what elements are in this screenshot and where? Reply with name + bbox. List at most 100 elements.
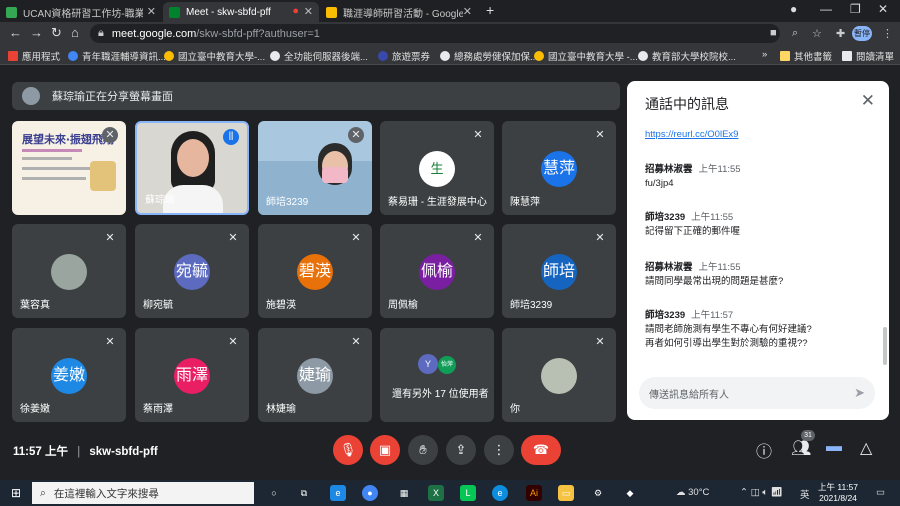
more-options-button[interactable]: ⋮: [484, 435, 514, 465]
close-icon[interactable]: ✕: [463, 5, 472, 18]
participant-tile[interactable]: ✕ 碧渶 施碧渶: [258, 224, 372, 318]
notification-icon[interactable]: ▭: [876, 487, 885, 498]
participant-tile[interactable]: ✕ 婕瑜 林婕瑜: [258, 328, 372, 422]
participant-tile-others[interactable]: Y 怡萍 還有另外 17 位使用者: [380, 328, 494, 422]
chrome-icon[interactable]: ●: [362, 485, 378, 501]
bookmark-reading-list[interactable]: 閱讀清單: [842, 49, 894, 63]
avatar: 雨澤: [174, 358, 210, 394]
forward-arrow-icon[interactable]: →: [30, 26, 43, 40]
illustrator-icon[interactable]: Ai: [526, 485, 542, 501]
profile-button[interactable]: 暫停: [852, 26, 872, 41]
ime-indicator[interactable]: 英: [800, 487, 810, 501]
camera-toggle-button[interactable]: ▣: [370, 435, 400, 465]
bookmark-item[interactable]: 教育部大學校院校...: [638, 49, 736, 63]
media-icon[interactable]: ●: [790, 2, 797, 16]
face-mask: [322, 167, 348, 183]
line-icon[interactable]: L: [460, 485, 476, 501]
search-icon[interactable]: ⌕: [792, 27, 798, 40]
participant-tile[interactable]: ✕ 葉容真: [12, 224, 126, 318]
extensions-icon[interactable]: ✚: [836, 27, 845, 40]
file-explorer-icon[interactable]: ▭: [558, 485, 574, 501]
participant-tile[interactable]: ✕ 生 蔡易珊 - 生涯發展中心: [380, 121, 494, 215]
send-icon[interactable]: ➤: [854, 385, 865, 401]
close-icon[interactable]: ✕: [304, 5, 313, 18]
more-bookmarks-icon[interactable]: »: [762, 49, 767, 60]
participant-tile[interactable]: ✕ 慧萍 陳慧萍: [502, 121, 616, 215]
restore-icon[interactable]: ❐: [850, 2, 861, 16]
tab-meet[interactable]: Meet - skw-sbfd-pff ● ✕: [163, 2, 319, 22]
edge-legacy-icon[interactable]: e: [330, 485, 346, 501]
site-icon: [534, 51, 544, 61]
chat-scrollbar[interactable]: [883, 327, 887, 365]
star-icon[interactable]: ☆: [812, 27, 822, 40]
tab-ucan[interactable]: UCAN資格研習工作坊-職業興趣 ✕: [0, 2, 162, 22]
people-icon[interactable]: 👥︎: [791, 438, 811, 458]
info-icon[interactable]: ⓘ: [756, 438, 772, 462]
hang-up-icon: ☎︎: [532, 442, 550, 457]
bookmark-other[interactable]: 其他書籤: [780, 49, 832, 63]
bookmark-apps[interactable]: 應用程式: [8, 49, 60, 63]
window-close-icon[interactable]: ✕: [878, 2, 888, 16]
participant-tile[interactable]: ✕ 姜嫩 徐姜嫩: [12, 328, 126, 422]
chat-panel: 通話中的訊息 ✕ https://reurl.cc/O0lEx9 招募林淑雲 上午…: [627, 81, 889, 420]
close-icon[interactable]: ✕: [147, 5, 156, 18]
chat-message: https://reurl.cc/O0lEx9: [645, 128, 875, 142]
chat-message: 招募林淑雲 上午11:55 請問同學最常出現的問題是甚麼?: [645, 262, 784, 287]
present-icon: ⇪: [455, 442, 467, 457]
chat-input[interactable]: 傳送訊息給所有人 ➤: [639, 377, 875, 409]
taskbar-search[interactable]: ⌕ 在這裡輸入文字來搜尋: [32, 482, 254, 504]
participant-tile-presentation[interactable]: 展望未來‧振翅飛翔 ✕: [12, 121, 126, 215]
home-icon[interactable]: ⌂: [71, 26, 79, 40]
participant-tile-camera[interactable]: ✕ 師培3239: [258, 121, 372, 215]
participant-tile[interactable]: ✕ 宛毓 柳宛毓: [135, 224, 249, 318]
minimize-icon[interactable]: —: [820, 2, 832, 16]
close-icon[interactable]: ✕: [861, 91, 875, 111]
present-button[interactable]: ⇪: [446, 435, 476, 465]
app-icon[interactable]: ◆: [622, 485, 638, 501]
task-view-icon[interactable]: ⧉: [296, 485, 312, 501]
participant-tile-self[interactable]: ✕ 你: [502, 328, 616, 422]
camera-icon[interactable]: ■: [770, 27, 777, 39]
avatar: Y: [418, 354, 438, 374]
windows-start-icon[interactable]: ⊞: [8, 485, 24, 501]
participant-tile[interactable]: ✕ 佩榆 周佩榆: [380, 224, 494, 318]
globe-icon: [440, 51, 450, 61]
participant-tile[interactable]: ✕ 雨澤 蔡雨澤: [135, 328, 249, 422]
edge-icon[interactable]: e: [492, 485, 508, 501]
bookmark-item[interactable]: 國立臺中教育大學 -...: [534, 49, 638, 63]
chat-icon[interactable]: ▬: [826, 438, 842, 456]
bookmark-item[interactable]: 青年職涯輔導資訊...: [68, 49, 166, 63]
back-arrow-icon[interactable]: ←: [9, 26, 22, 40]
menu-icon[interactable]: ⋮: [882, 27, 893, 40]
cortana-icon[interactable]: ○: [266, 485, 282, 501]
bookmark-item[interactable]: 全功能伺服器後端...: [270, 49, 368, 63]
reload-icon[interactable]: ↻: [51, 26, 62, 40]
chat-link[interactable]: https://reurl.cc/O0lEx9: [645, 129, 738, 140]
address-bar-row: ← → ↻ ⌂ 🔒︎ meet.google.com/skw-sbfd-pff?…: [0, 22, 900, 45]
mic-toggle-button[interactable]: 🎙︎: [333, 435, 363, 465]
mic-off-icon: ✕: [228, 232, 238, 244]
raise-hand-button[interactable]: ✋︎: [408, 435, 438, 465]
site-icon: [164, 51, 174, 61]
weather-widget[interactable]: ☁︎ 30°C: [676, 487, 709, 498]
calculator-icon[interactable]: ▦: [396, 485, 412, 501]
participant-tile[interactable]: ✕ 師培 師培3239: [502, 224, 616, 318]
participant-tile-speaker[interactable]: ⦀ 蘇琮瑜: [135, 121, 249, 215]
leave-call-button[interactable]: ☎︎: [521, 435, 561, 465]
tab-drive[interactable]: 職涯導師研習活動 - Google 雲端 ✕: [320, 2, 478, 22]
activities-icon[interactable]: △: [860, 438, 872, 458]
clock[interactable]: 上午 11:57 2021/8/24: [818, 482, 858, 504]
meet-icon: [169, 6, 180, 18]
bookmark-item[interactable]: 國立臺中教育大學-...: [164, 49, 265, 63]
bookmark-item[interactable]: 總務處勞健保加保...: [440, 49, 538, 63]
tray-icons[interactable]: ⌃ ◫ 🔈︎ 📶︎: [740, 487, 783, 498]
bookmark-item[interactable]: 旅遊票券: [378, 49, 430, 63]
avatar: 婕瑜: [297, 358, 333, 394]
recording-icon: ●: [292, 5, 299, 17]
mic-off-icon: ✕: [105, 336, 115, 348]
excel-icon[interactable]: X: [428, 485, 444, 501]
settings-icon[interactable]: ⚙: [590, 485, 606, 501]
new-tab-button[interactable]: +: [486, 2, 494, 18]
person-face: [177, 139, 209, 177]
url-field[interactable]: 🔒︎ meet.google.com/skw-sbfd-pff?authuser…: [90, 24, 780, 43]
